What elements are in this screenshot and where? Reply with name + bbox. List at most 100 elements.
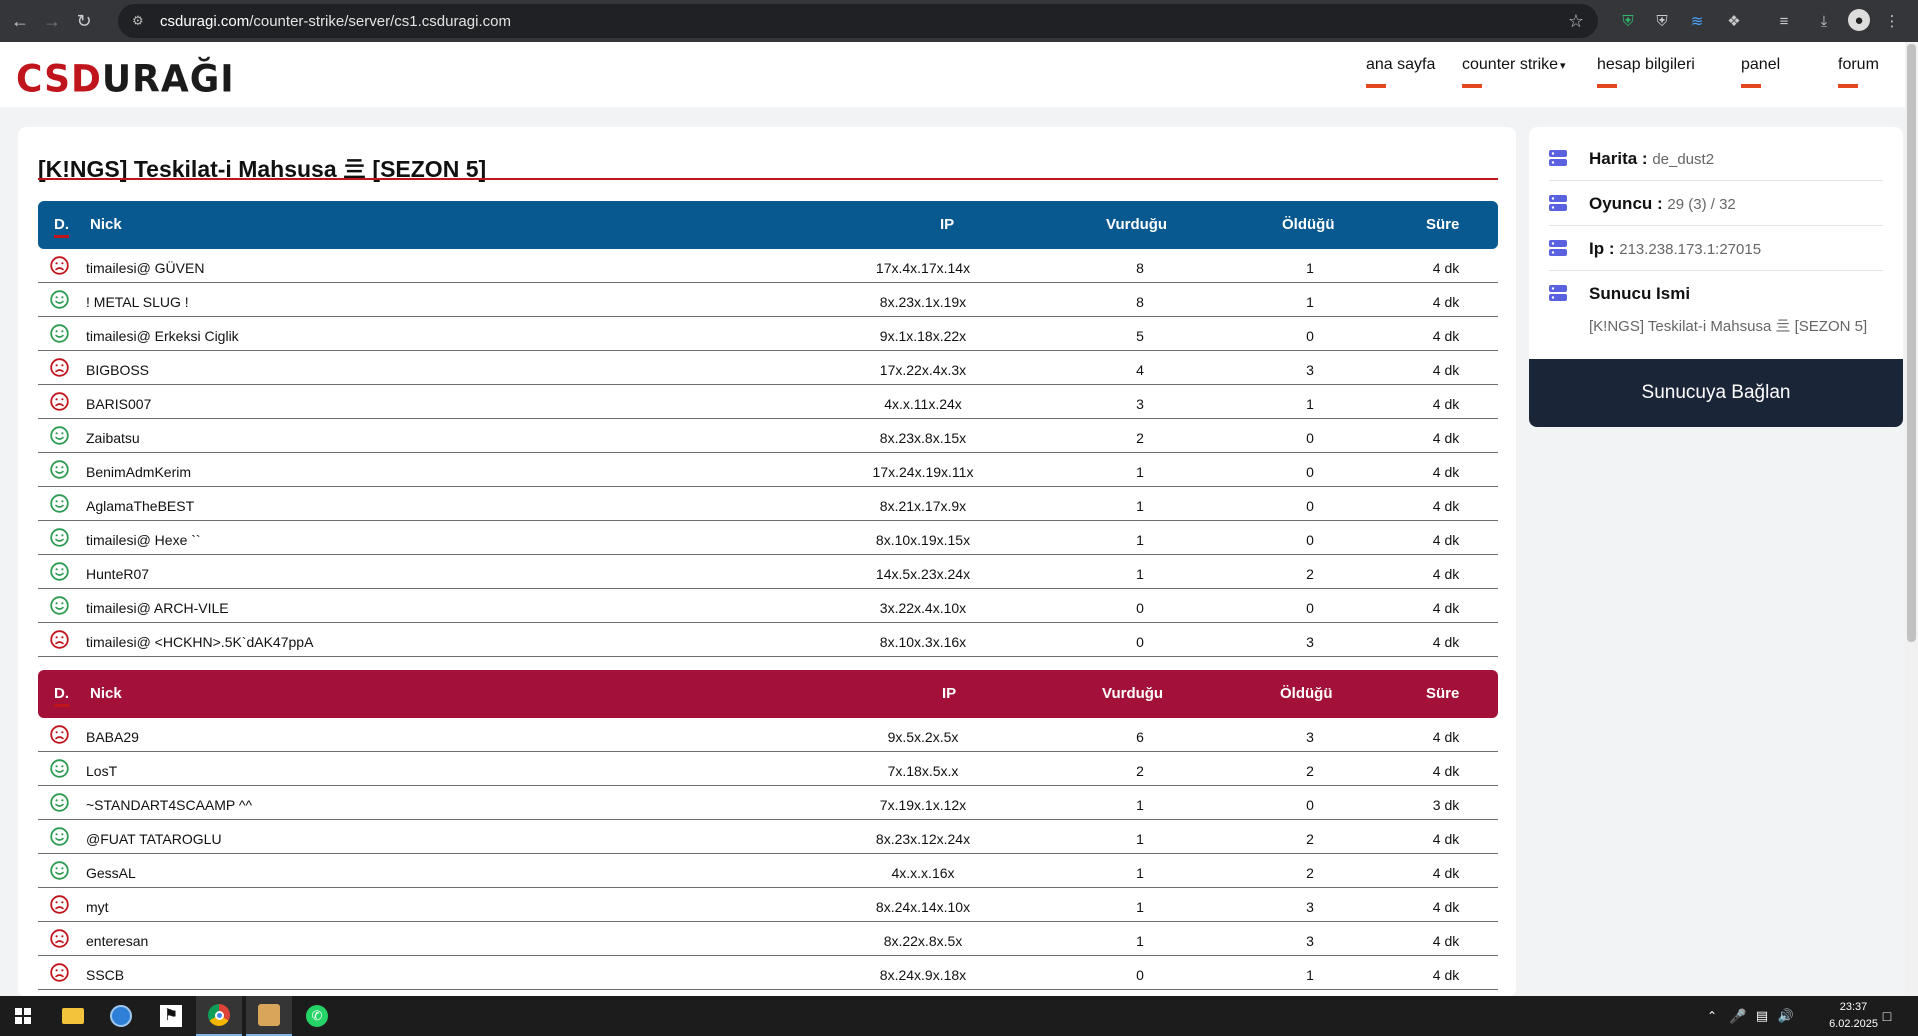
dead-frown-icon — [50, 630, 69, 649]
reading-list-icon[interactable]: ≡ — [1772, 9, 1796, 33]
tray-chevron-icon[interactable]: ⌃ — [1700, 996, 1724, 1036]
header-ip: IP — [942, 685, 957, 702]
player-hits: 1 — [1136, 532, 1144, 548]
player-nick: ! METAL SLUG ! — [86, 294, 189, 310]
network-icon[interactable]: ▤ — [1750, 996, 1774, 1036]
player-ip: 8x.10x.19x.15x — [875, 532, 971, 548]
microphone-icon[interactable]: 🎤 — [1726, 996, 1750, 1036]
connect-server-button[interactable]: Sunucuya Bağlan — [1529, 359, 1903, 427]
volume-icon[interactable]: 🔊 — [1774, 996, 1798, 1036]
player-deaths: 0 — [1306, 797, 1314, 813]
url-host: csduragi.com — [160, 12, 250, 30]
player-list-card: [K!NGS] Teskilat-i Mahsusa 亖 [SEZON 5] D… — [18, 127, 1516, 997]
header-deaths: Öldüğü — [1282, 216, 1335, 233]
player-row: AglamaTheBEST 8x.21x.17x.9x 1 0 4 dk — [38, 487, 1498, 521]
privacy-extension-icon[interactable]: ⛨ — [1650, 9, 1674, 33]
reload-icon[interactable]: ↻ — [72, 9, 96, 33]
player-nick: timailesi@ Hexe `` — [86, 532, 201, 548]
player-ip: 8x.24x.9x.18x — [879, 967, 967, 983]
file-explorer-icon[interactable] — [50, 996, 96, 1036]
nav-hesap-bilgileri[interactable]: hesap bilgileri — [1597, 56, 1695, 88]
player-time: 4 dk — [1432, 729, 1460, 745]
server-icon — [1549, 150, 1567, 166]
bookmark-star-icon[interactable]: ☆ — [1568, 11, 1584, 32]
ip-value: 213.238.173.1:27015 — [1619, 241, 1762, 258]
forward-icon[interactable]: → — [40, 9, 64, 33]
download-icon[interactable]: ⤓ — [1812, 9, 1836, 33]
nav-forum[interactable]: forum — [1838, 56, 1879, 88]
player-time: 4 dk — [1432, 763, 1460, 779]
player-deaths: 2 — [1306, 763, 1314, 779]
extensions-icon[interactable]: ❖ — [1722, 9, 1746, 33]
shield-extension-icon[interactable]: ⛨ — [1616, 9, 1640, 33]
player-nick: myt — [86, 899, 109, 915]
player-ip: 8x.24x.14x.10x — [875, 899, 971, 915]
player-deaths: 3 — [1306, 933, 1314, 949]
player-row: GessAL 4x.x.x.16x 1 2 4 dk — [38, 854, 1498, 888]
player-time: 4 dk — [1432, 430, 1460, 446]
player-nick: BABA29 — [86, 729, 139, 745]
player-hits: 1 — [1136, 831, 1144, 847]
map-label: Harita : — [1589, 149, 1648, 168]
player-time: 4 dk — [1432, 464, 1460, 480]
notification-icon[interactable]: □ — [1872, 996, 1902, 1036]
chrome-icon[interactable] — [196, 996, 242, 1036]
url-path: /counter-strike/server/cs1.csduragi.com — [249, 12, 511, 30]
player-hits: 3 — [1136, 396, 1144, 412]
player-hits: 1 — [1136, 464, 1144, 480]
dead-frown-icon — [50, 929, 69, 948]
player-nick: BenimAdmKerim — [86, 464, 192, 480]
player-ip: 8x.21x.17x.9x — [879, 498, 967, 514]
system-clock[interactable]: 23:37 6.02.2025 — [1829, 999, 1878, 1033]
start-button[interactable] — [0, 996, 46, 1036]
site-logo[interactable]: CSDURAĞI — [16, 58, 235, 102]
site-settings-icon[interactable]: ⚙ — [132, 13, 148, 29]
player-hits: 1 — [1136, 498, 1144, 514]
player-hits: 0 — [1136, 634, 1144, 650]
chevron-down-icon: ▾ — [1560, 60, 1566, 72]
player-ip: 4x.x.x.16x — [891, 865, 955, 881]
player-ip: 14x.5x.23x.24x — [875, 566, 971, 582]
player-ip: 9x.5x.2x.5x — [887, 729, 959, 745]
dead-frown-icon — [50, 963, 69, 982]
back-icon[interactable]: ← — [8, 9, 32, 33]
player-row: timailesi@ Hexe `` 8x.10x.19x.15x 1 0 4 dk — [38, 521, 1498, 555]
wireless-extension-icon[interactable]: ≋ — [1685, 9, 1709, 33]
player-ip: 8x.22x.8x.5x — [883, 933, 963, 949]
server-icon — [1549, 195, 1567, 211]
server-info-card: Harita : de_dust2 Oyuncu : 29 (3) / 32 I… — [1529, 127, 1903, 427]
nav-panel[interactable]: panel — [1741, 56, 1780, 88]
player-ip: 8x.10x.3x.16x — [879, 634, 967, 650]
browser-toolbar: ← → ↻ ⚙ csduragi.com/counter-strike/serv… — [0, 0, 1918, 42]
page-scrollbar[interactable] — [1905, 42, 1918, 996]
ip-label: Ip : — [1589, 239, 1615, 258]
player-hits: 1 — [1136, 899, 1144, 915]
player-nick: AglamaTheBEST — [86, 498, 195, 514]
player-deaths: 3 — [1306, 362, 1314, 378]
header-hits: Vurduğu — [1102, 685, 1164, 702]
alive-smile-icon — [50, 290, 69, 309]
menu-icon[interactable]: ⋮ — [1880, 9, 1904, 33]
game-app-icon[interactable] — [246, 996, 292, 1036]
player-row: Zaibatsu 8x.23x.8x.15x 2 0 4 dk — [38, 419, 1498, 453]
ct-table-header: D. Nick IP Vurduğu Öldüğü Süre — [38, 201, 1498, 249]
nav-counter-strike[interactable]: counter strike ▾ — [1462, 56, 1566, 88]
whatsapp-icon[interactable]: ✆ — [294, 996, 340, 1036]
address-bar[interactable]: ⚙ csduragi.com/counter-strike/server/cs1… — [118, 4, 1598, 38]
player-ip: 17x.4x.17x.14x — [875, 260, 971, 276]
player-nick: HunteR07 — [86, 566, 150, 582]
player-nick: BARIS007 — [86, 396, 152, 412]
nav-ana-sayfa[interactable]: ana sayfa — [1366, 56, 1435, 88]
player-row: SSCB 8x.24x.9x.18x 0 1 4 dk — [38, 956, 1498, 990]
player-hits: 0 — [1136, 600, 1144, 616]
profile-avatar[interactable]: ● — [1848, 9, 1870, 31]
player-nick: timailesi@ <HCKHN>.5K`dAK47ppA — [86, 634, 314, 650]
header-status: D. — [54, 685, 69, 707]
app-globe-icon[interactable] — [98, 996, 144, 1036]
alive-smile-icon — [50, 460, 69, 479]
player-ip: 17x.24x.19x.11x — [872, 464, 974, 480]
player-row: HunteR07 14x.5x.23x.24x 1 2 4 dk — [38, 555, 1498, 589]
player-ip: 3x.22x.4x.10x — [879, 600, 967, 616]
counter-strike-icon[interactable]: ⚑ — [148, 996, 194, 1036]
player-time: 4 dk — [1432, 362, 1460, 378]
